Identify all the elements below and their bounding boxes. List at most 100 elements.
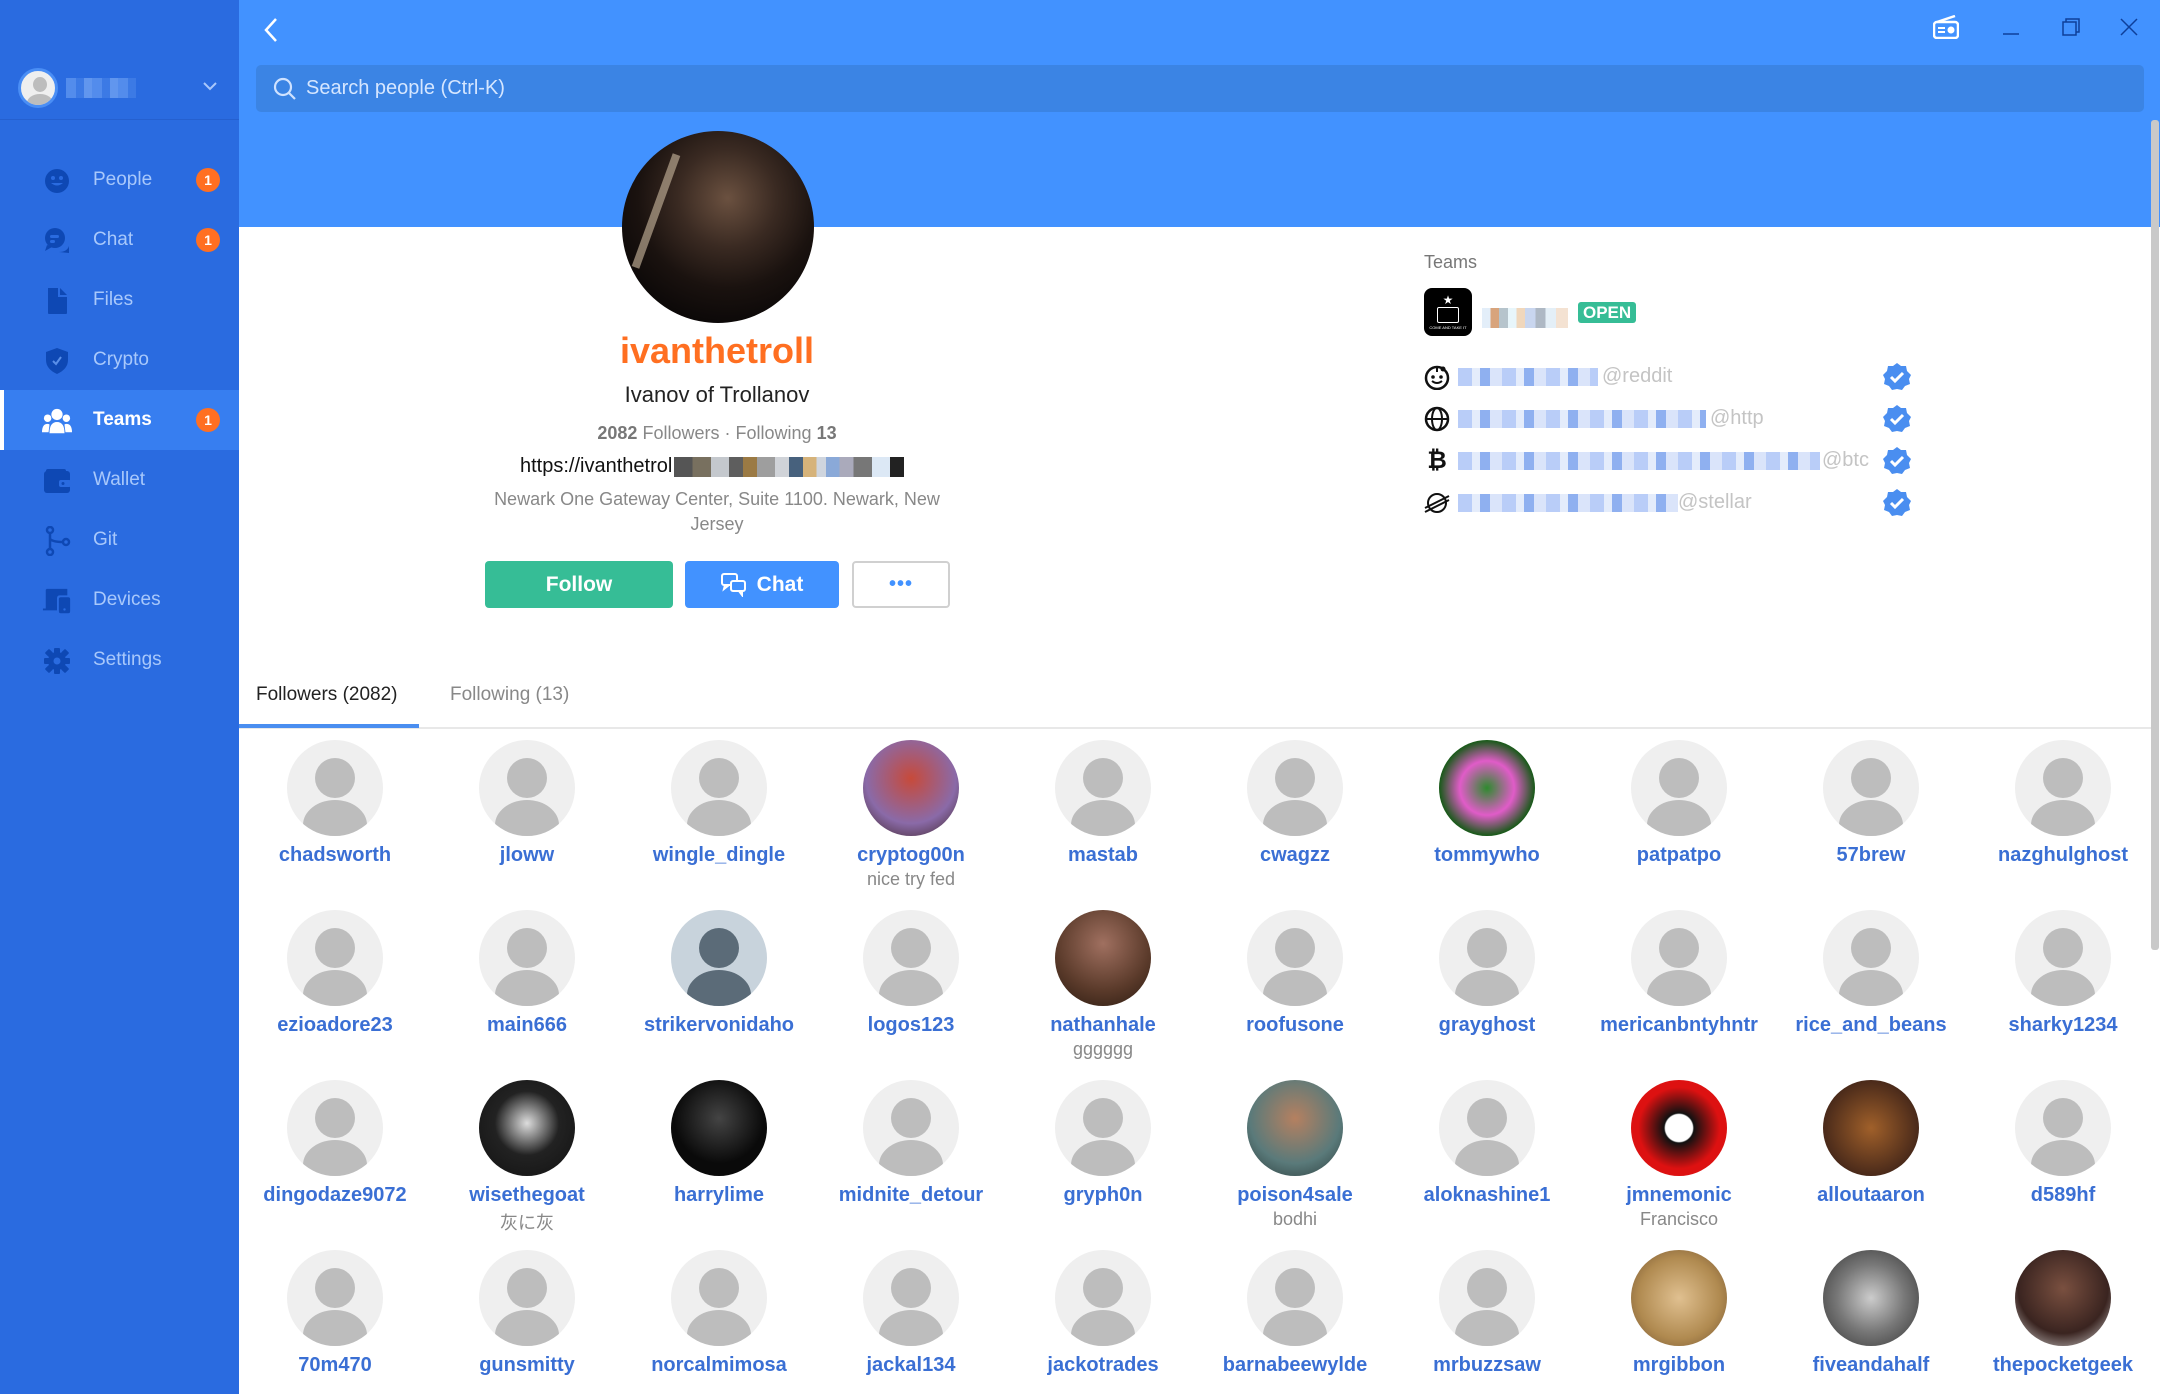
follower-card[interactable]: logos123: [815, 910, 1007, 1037]
follower-card[interactable]: tommywho: [1391, 740, 1583, 867]
follower-avatar[interactable]: [1439, 740, 1535, 836]
follower-card[interactable]: mrgibbon: [1583, 1250, 1775, 1377]
follower-username[interactable]: gunsmitty: [431, 1354, 623, 1377]
follower-username[interactable]: tommywho: [1391, 844, 1583, 867]
follower-username[interactable]: cwagzz: [1199, 844, 1391, 867]
follower-avatar[interactable]: [287, 1080, 383, 1176]
identity-proof-btc[interactable]: ₿ @btc: [1424, 446, 1924, 476]
follower-card[interactable]: jackotrades: [1007, 1250, 1199, 1377]
close-icon[interactable]: [2112, 12, 2146, 42]
follower-username[interactable]: grayghost: [1391, 1014, 1583, 1037]
follower-avatar[interactable]: [2015, 740, 2111, 836]
follower-card[interactable]: nazghulghost: [1967, 740, 2159, 867]
follower-username[interactable]: wisethegoat: [431, 1184, 623, 1207]
follower-card[interactable]: wisethegoat 灰に灰: [431, 1080, 623, 1235]
follower-card[interactable]: patpatpo: [1583, 740, 1775, 867]
follower-card[interactable]: thepocketgeek: [1967, 1250, 2159, 1377]
follower-avatar[interactable]: [1631, 1250, 1727, 1346]
follower-username[interactable]: rice_and_beans: [1775, 1014, 1967, 1037]
follower-avatar[interactable]: [1055, 740, 1151, 836]
identity-proof-http[interactable]: @http: [1424, 404, 1924, 434]
follower-card[interactable]: chadsworth: [239, 740, 431, 867]
radio-icon[interactable]: [1929, 12, 1963, 42]
follower-card[interactable]: rice_and_beans: [1775, 910, 1967, 1037]
follower-username[interactable]: 70m470: [239, 1354, 431, 1377]
team-logo[interactable]: ★ COME AND TAKE IT: [1424, 288, 1472, 336]
search-input[interactable]: [306, 65, 2106, 112]
follower-avatar[interactable]: [863, 1080, 959, 1176]
follower-username[interactable]: main666: [431, 1014, 623, 1037]
follower-card[interactable]: nathanhale gggggg: [1007, 910, 1199, 1060]
follower-username[interactable]: alloutaaron: [1775, 1184, 1967, 1207]
follower-card[interactable]: grayghost: [1391, 910, 1583, 1037]
follower-username[interactable]: chadsworth: [239, 844, 431, 867]
follower-username[interactable]: harrylime: [623, 1184, 815, 1207]
follower-avatar[interactable]: [2015, 1080, 2111, 1176]
follower-username[interactable]: wingle_dingle: [623, 844, 815, 867]
follower-avatar[interactable]: [1247, 910, 1343, 1006]
follower-card[interactable]: strikervonidaho: [623, 910, 815, 1037]
tab-following[interactable]: Following (13): [450, 684, 569, 706]
follower-card[interactable]: alloutaaron: [1775, 1080, 1967, 1207]
follower-username[interactable]: midnite_detour: [815, 1184, 1007, 1207]
follower-avatar[interactable]: [1823, 1250, 1919, 1346]
profile-website-link[interactable]: https://ivanthetrol: [520, 455, 905, 478]
follower-username[interactable]: poison4sale: [1199, 1184, 1391, 1207]
follower-avatar[interactable]: [1823, 1080, 1919, 1176]
follower-avatar[interactable]: [479, 1250, 575, 1346]
follower-avatar[interactable]: [863, 910, 959, 1006]
follower-username[interactable]: jloww: [431, 844, 623, 867]
follower-card[interactable]: ezioadore23: [239, 910, 431, 1037]
followers-label[interactable]: Followers: [642, 423, 719, 443]
follower-card[interactable]: mastab: [1007, 740, 1199, 867]
follower-card[interactable]: harrylime: [623, 1080, 815, 1207]
profile-url-text[interactable]: https://ivanthetrol: [520, 455, 672, 478]
follower-username[interactable]: norcalmimosa: [623, 1354, 815, 1377]
follower-username[interactable]: cryptog00n: [815, 844, 1007, 867]
follower-avatar[interactable]: [671, 1250, 767, 1346]
follower-username[interactable]: d589hf: [1967, 1184, 2159, 1207]
follower-avatar[interactable]: [1247, 1250, 1343, 1346]
follower-card[interactable]: jloww: [431, 740, 623, 867]
follower-username[interactable]: gryph0n: [1007, 1184, 1199, 1207]
follower-avatar[interactable]: [2015, 1250, 2111, 1346]
follower-avatar[interactable]: [1631, 910, 1727, 1006]
follower-avatar[interactable]: [671, 910, 767, 1006]
follower-card[interactable]: gryph0n: [1007, 1080, 1199, 1207]
followers-count[interactable]: 2082: [597, 423, 637, 443]
follow-button[interactable]: Follow: [485, 561, 673, 608]
follower-username[interactable]: thepocketgeek: [1967, 1354, 2159, 1377]
follower-card[interactable]: cwagzz: [1199, 740, 1391, 867]
follower-avatar[interactable]: [479, 910, 575, 1006]
restore-icon[interactable]: [2054, 12, 2088, 42]
account-switcher[interactable]: [0, 50, 239, 120]
follower-avatar[interactable]: [1055, 1250, 1151, 1346]
follower-avatar[interactable]: [1055, 1080, 1151, 1176]
sidebar-item-teams[interactable]: Teams 1: [0, 390, 239, 450]
follower-avatar[interactable]: [1823, 740, 1919, 836]
back-button[interactable]: [261, 16, 289, 46]
follower-username[interactable]: mrgibbon: [1583, 1354, 1775, 1377]
profile-avatar[interactable]: [622, 131, 814, 323]
follower-avatar[interactable]: [1247, 1080, 1343, 1176]
follower-username[interactable]: dingodaze9072: [239, 1184, 431, 1207]
follower-username[interactable]: strikervonidaho: [623, 1014, 815, 1037]
follower-card[interactable]: aloknashine1: [1391, 1080, 1583, 1207]
chevron-down-icon[interactable]: [202, 78, 218, 94]
follower-avatar[interactable]: [671, 1080, 767, 1176]
follower-card[interactable]: poison4sale bodhi: [1199, 1080, 1391, 1230]
following-count[interactable]: 13: [817, 423, 837, 443]
follower-avatar[interactable]: [2015, 910, 2111, 1006]
sidebar-item-settings[interactable]: Settings: [0, 630, 239, 690]
sidebar-item-git[interactable]: Git: [0, 510, 239, 570]
follower-card[interactable]: d589hf: [1967, 1080, 2159, 1207]
identity-proof-stellar[interactable]: @stellar: [1424, 488, 1924, 518]
follower-username[interactable]: sharky1234: [1967, 1014, 2159, 1037]
follower-username[interactable]: roofusone: [1199, 1014, 1391, 1037]
follower-card[interactable]: mericanbntyhntr: [1583, 910, 1775, 1037]
following-label[interactable]: Following: [736, 423, 812, 443]
follower-username[interactable]: barnabeewylde: [1199, 1354, 1391, 1377]
sidebar-item-chat[interactable]: Chat 1: [0, 210, 239, 270]
follower-avatar[interactable]: [671, 740, 767, 836]
chat-button[interactable]: Chat: [685, 561, 839, 608]
